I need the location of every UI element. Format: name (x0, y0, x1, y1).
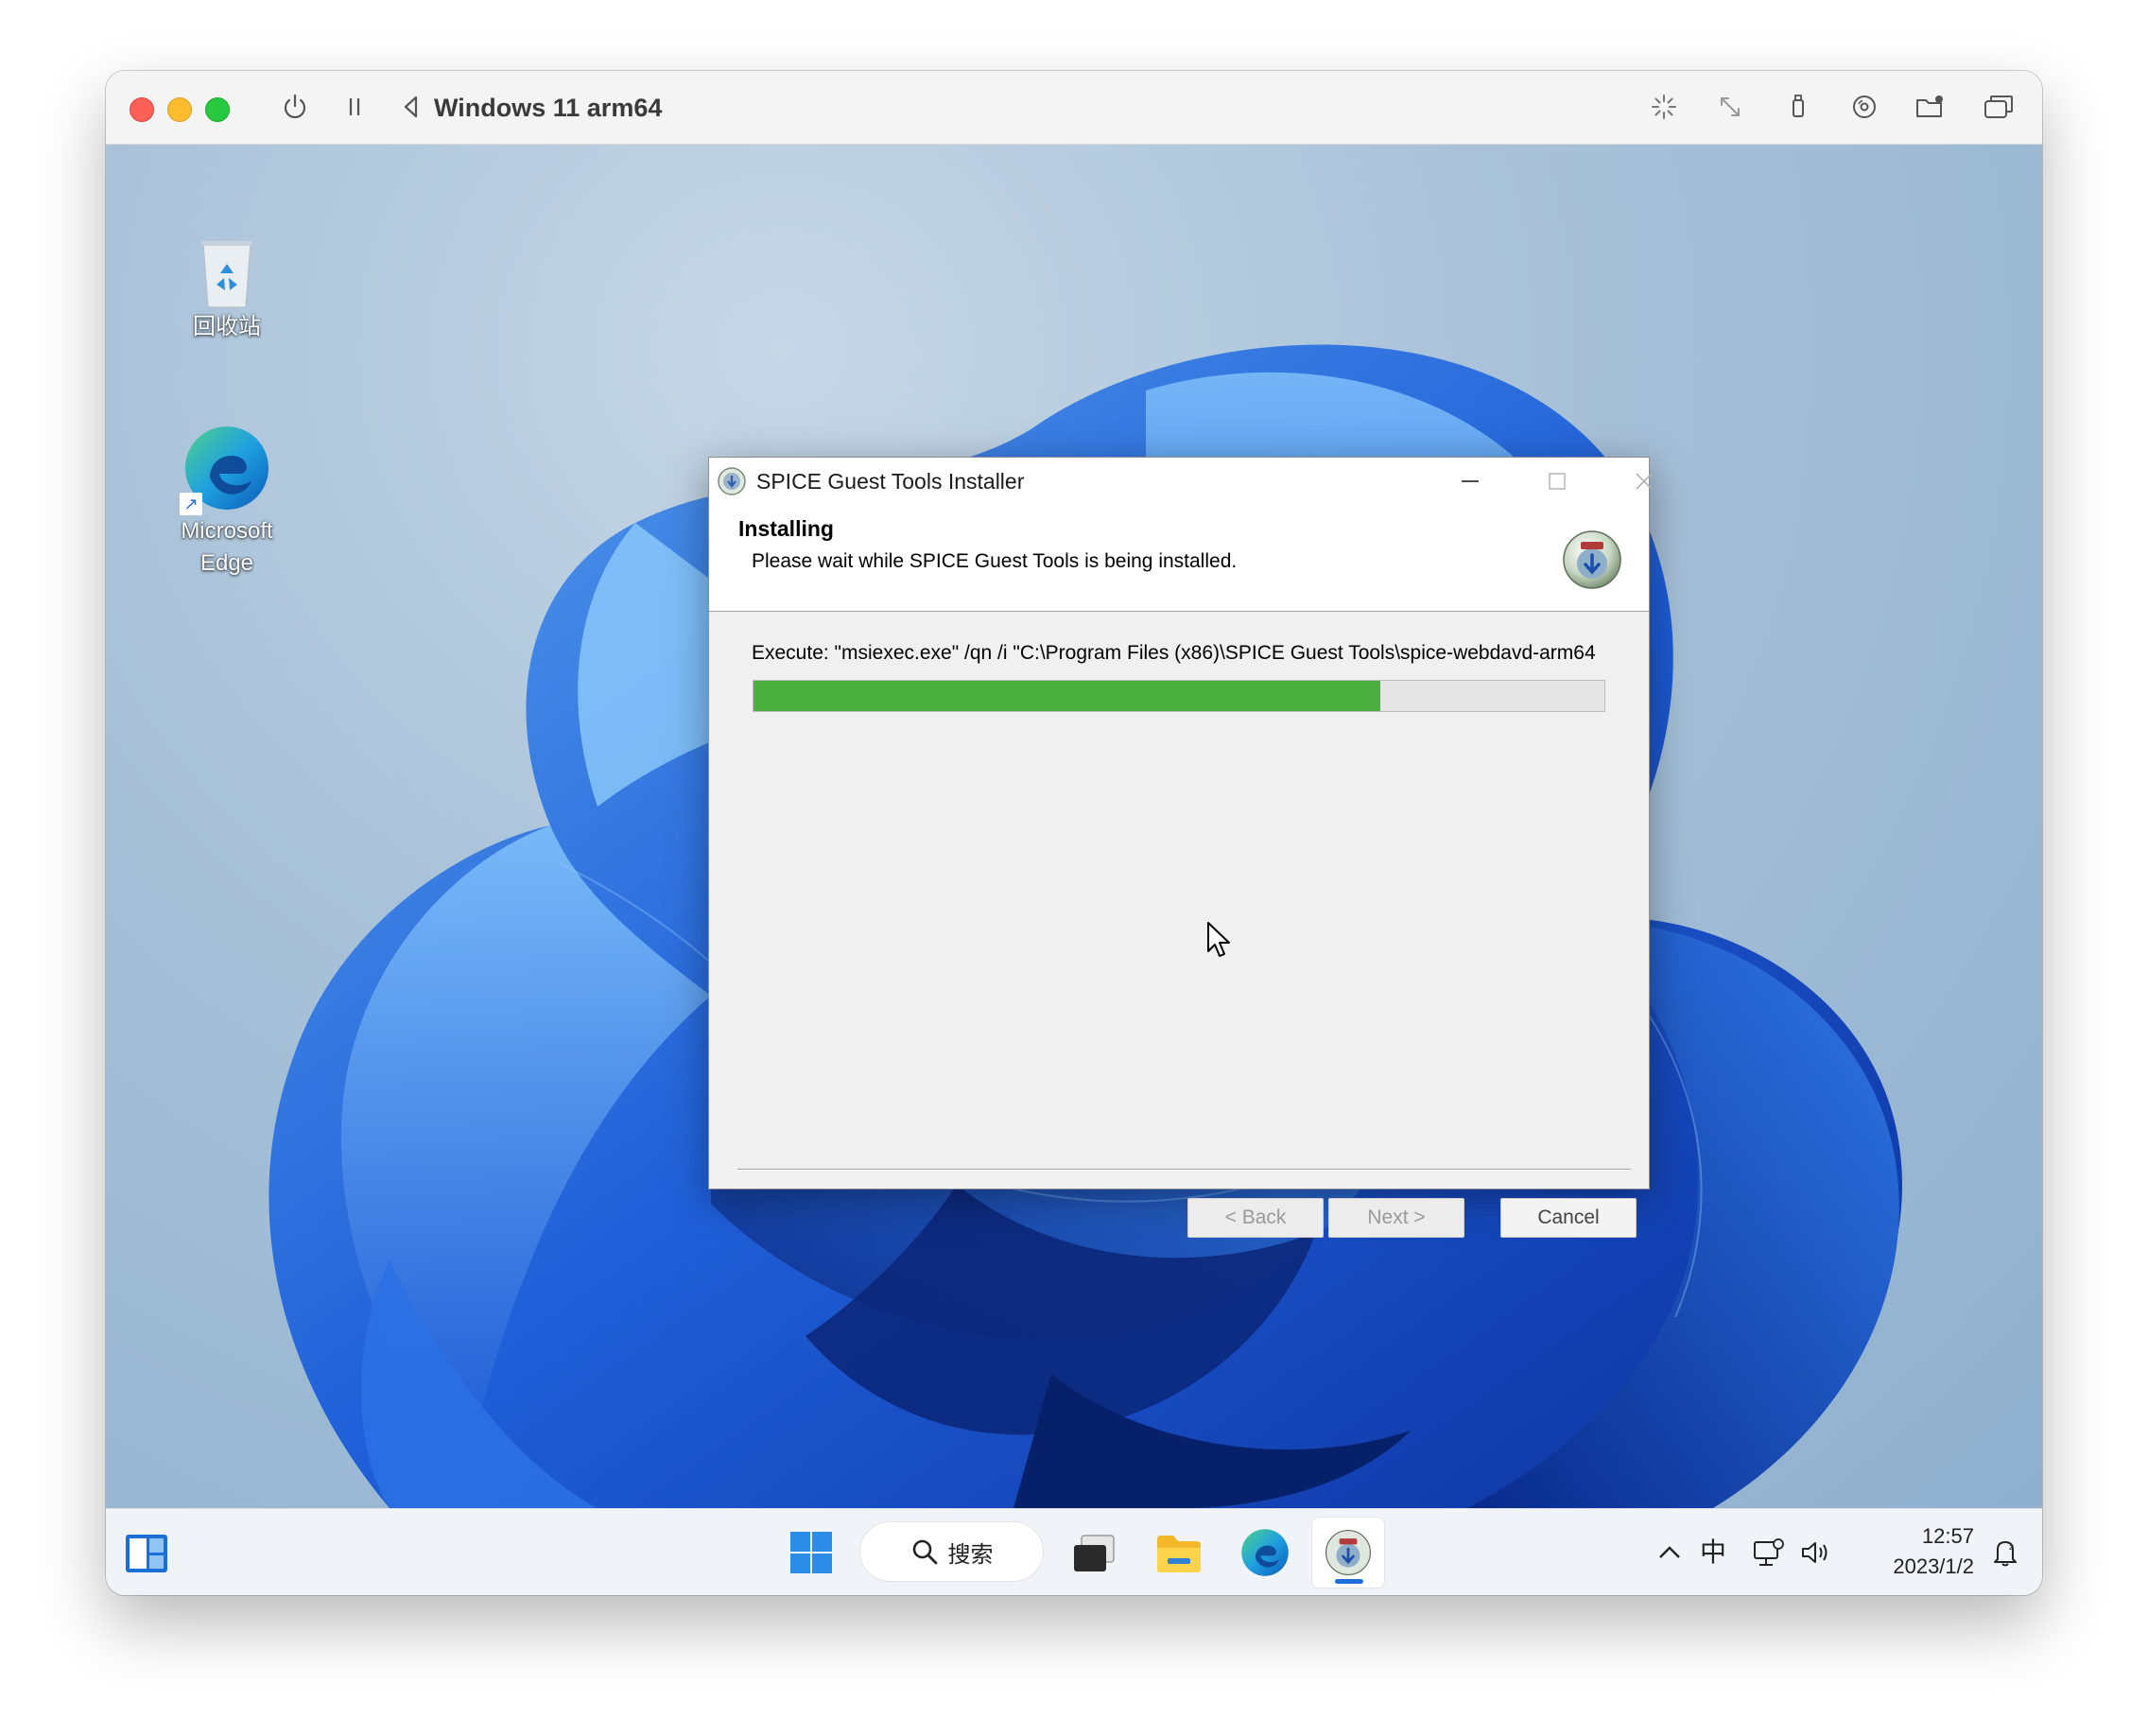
taskbar-installer-app[interactable] (1311, 1517, 1385, 1588)
shared-folder-icon[interactable] (1914, 90, 1948, 124)
shortcut-arrow-icon: ↗ (180, 493, 202, 515)
recycle-bin-icon (170, 232, 284, 311)
usb-icon[interactable] (1781, 90, 1815, 124)
dialog-titlebar[interactable]: SPICE Guest Tools Installer (709, 458, 1653, 505)
back-icon[interactable] (394, 90, 428, 124)
installer-app-icon (717, 466, 747, 501)
svg-text:z: z (2009, 1543, 2014, 1553)
file-explorer-icon[interactable] (1152, 1526, 1206, 1581)
desktop-icon-recycle-bin[interactable]: 回收站 (170, 232, 284, 343)
pause-icon[interactable] (338, 90, 372, 124)
notification-bell-icon[interactable]: z (1985, 1532, 2025, 1573)
clock-date[interactable]: 2023/1/2 (1861, 1553, 1974, 1581)
vm-window-title: Windows 11 arm64 (434, 94, 663, 122)
back-button[interactable]: < Back (1187, 1198, 1324, 1238)
search-label: 搜索 (947, 1540, 994, 1568)
dialog-title: SPICE Guest Tools Installer (756, 469, 1025, 494)
resize-icon[interactable] (1713, 90, 1747, 124)
header-title: Installing (738, 516, 834, 541)
install-progress-bar (753, 680, 1605, 712)
task-view-icon[interactable] (1066, 1526, 1121, 1581)
desktop-icon-label: Microsoft Edge (181, 518, 273, 576)
desktop-icon-edge[interactable]: ↗ Microsoft Edge (170, 421, 284, 580)
widgets-icon[interactable] (123, 1530, 170, 1577)
vm-window: Windows 11 arm64 回收站 ↗ Microsoft Edge SP… (106, 71, 2042, 1595)
execute-status-text: Execute: "msiexec.exe" /qn /i "C:\Progra… (752, 642, 1596, 664)
windows-icon[interactable] (1982, 90, 2016, 124)
chevron-up-icon[interactable] (1651, 1532, 1689, 1573)
installer-dialog: SPICE Guest Tools Installer Installing P… (708, 457, 1653, 1238)
installer-taskbar-icon (1325, 1529, 1372, 1576)
volume-icon[interactable] (1796, 1532, 1836, 1573)
close-window-button[interactable] (130, 97, 154, 122)
search-icon (912, 1539, 937, 1565)
start-button[interactable] (781, 1522, 841, 1583)
header-subtitle: Please wait while SPICE Guest Tools is b… (752, 550, 1238, 572)
disc-icon[interactable] (1847, 90, 1881, 124)
dialog-minimize-button[interactable] (1437, 458, 1503, 505)
brightness-icon[interactable] (1647, 90, 1681, 124)
ime-indicator[interactable]: 中 (1700, 1532, 1726, 1573)
dialog-close-button[interactable] (1611, 458, 1677, 505)
taskbar-search[interactable]: 搜索 (859, 1521, 1044, 1582)
progress-fill (754, 681, 1381, 711)
edge-icon: ↗ (170, 421, 284, 515)
dialog-header: Installing Please wait while SPICE Guest… (709, 505, 1649, 612)
minimize-window-button[interactable] (167, 97, 192, 122)
mouse-cursor-icon (1206, 921, 1233, 963)
taskbar-edge-icon[interactable] (1237, 1524, 1293, 1581)
vm-titlebar: Windows 11 arm64 (106, 71, 2042, 145)
cancel-button[interactable]: Cancel (1500, 1198, 1637, 1238)
installer-logo-icon (1562, 529, 1622, 595)
clock-time[interactable]: 12:57 (1872, 1522, 1974, 1551)
power-icon[interactable] (278, 90, 312, 124)
desktop-icon-label: 回收站 (193, 314, 261, 339)
network-icon[interactable] (1749, 1532, 1789, 1573)
taskbar: 搜索 中 12:57 2023/1/2 z (106, 1508, 2042, 1595)
fullscreen-window-button[interactable] (205, 97, 230, 122)
dialog-maximize-button[interactable] (1524, 458, 1590, 505)
windows-start-icon (790, 1532, 832, 1573)
active-app-indicator (1335, 1579, 1363, 1584)
next-button[interactable]: Next > (1328, 1198, 1464, 1238)
